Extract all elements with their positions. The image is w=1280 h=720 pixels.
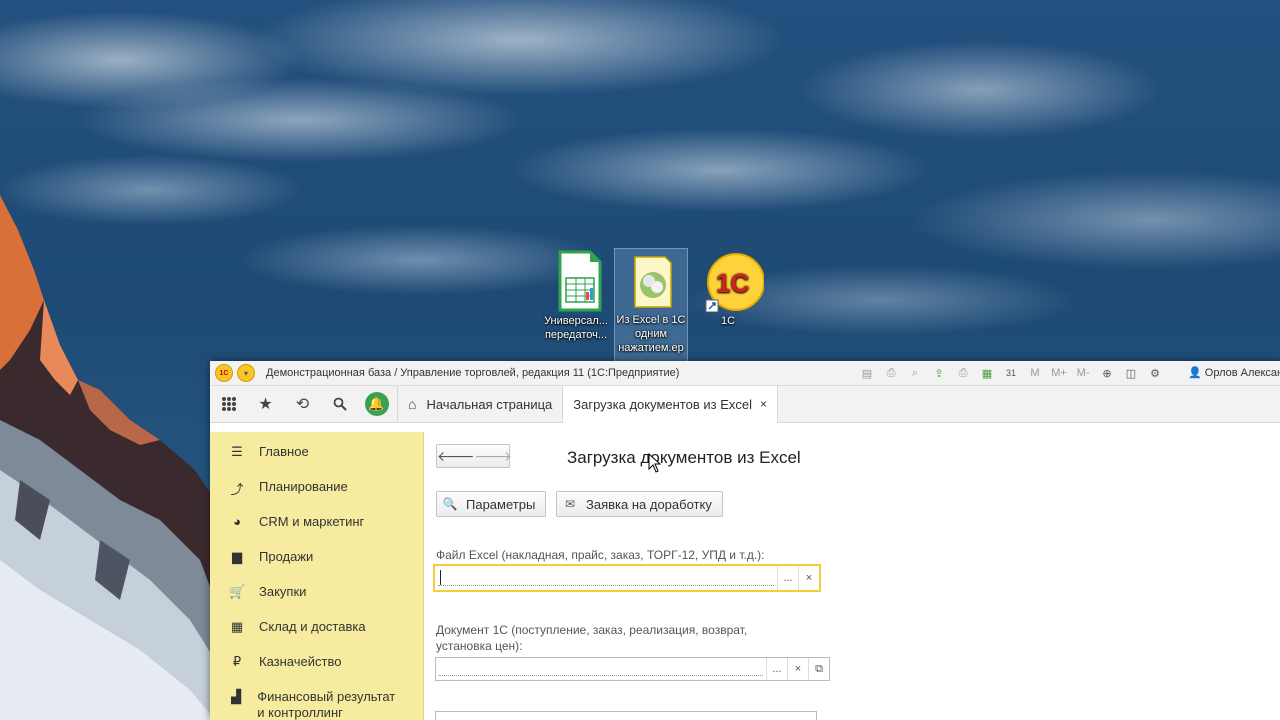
form-title: Загрузка документов из Excel	[567, 448, 801, 467]
desktop-icon-label: 1С	[720, 315, 736, 327]
document-1c-input[interactable]	[436, 658, 766, 680]
excel-file-label: Файл Excel (накладная, прайс, заказ, ТОР…	[436, 548, 765, 562]
cart-icon: 🛒	[229, 584, 246, 599]
parameters-icon: 🔍	[442, 497, 458, 511]
sidebar-item-warehouse[interactable]: ▦ Склад и доставка	[210, 619, 423, 635]
desktop-icon-label: Из Excel в 1С одним нажатием.ep	[616, 314, 686, 354]
sidebar-item-sales[interactable]: ▆ Продажи	[210, 549, 423, 565]
home-icon: ⌂	[408, 396, 417, 412]
tab-home-label: Начальная страница	[426, 396, 553, 412]
svg-text:1С: 1С	[716, 268, 749, 298]
sections-sidebar: ☰ Главное ⤴ Планирование ◕ CRM и маркети…	[210, 432, 424, 720]
sections-grid-icon[interactable]	[210, 386, 247, 422]
user-icon: 👤	[1188, 367, 1202, 379]
sidebar-item-purchases[interactable]: 🛒 Закупки	[210, 584, 423, 600]
desktop-icon-epf[interactable]: Из Excel в 1С одним нажатием.ep	[614, 248, 688, 362]
parameters-button[interactable]: 🔍 Параметры	[436, 491, 547, 517]
select-file-button[interactable]: ...	[777, 566, 798, 590]
sidebar-item-treasury[interactable]: ₽ Казначейство	[210, 654, 423, 670]
excel-file-field[interactable]: ... ×	[433, 564, 821, 592]
printer-icon[interactable]: ⎙	[954, 365, 972, 381]
history-icon[interactable]: ⟲	[284, 386, 321, 422]
clear-document-button[interactable]: ×	[787, 658, 808, 680]
input-underline	[438, 585, 774, 586]
form-area: 🡐 🡒 Загрузка документов из Excel 🔍 Парам…	[424, 432, 1280, 720]
clear-file-button[interactable]: ×	[798, 566, 819, 590]
document-1c-label: Документ 1С (поступление, заказ, реализа…	[436, 623, 748, 653]
desktop-icon-label: Универсал... передаточ...	[544, 315, 608, 341]
sidebar-item-planning[interactable]: ⤴ Планирование	[210, 479, 423, 498]
grid-icon: ▦	[230, 619, 244, 634]
main-menu-button[interactable]: ▾	[237, 364, 255, 382]
current-user[interactable]: 👤 Орлов Алексан	[1188, 366, 1280, 379]
sidebar-item-label: Планирование	[259, 479, 348, 494]
zoom-icon[interactable]: ⊕	[1098, 365, 1116, 381]
improvement-request-label: Заявка на доработку	[586, 496, 712, 512]
sidebar-item-crm[interactable]: ◕ CRM и маркетинг	[210, 514, 423, 530]
back-arrow-icon[interactable]: 🡐	[437, 445, 475, 467]
upload-icon[interactable]: ⇪	[930, 365, 948, 381]
sidebar-item-label: Продажи	[259, 549, 314, 564]
sidebar-item-finance[interactable]: ▟ Финансовый результат и контроллинг	[210, 689, 400, 720]
doc-icon[interactable]: ▤	[858, 365, 876, 381]
sidebar-item-label: Склад и доставка	[259, 619, 366, 634]
envelope-icon: ✉	[564, 497, 576, 511]
select-document-button[interactable]: ...	[766, 658, 787, 680]
1c-logo-icon: 1С	[702, 250, 765, 313]
history-nav: 🡐 🡒	[436, 444, 513, 468]
window-title: Демонстрационная база / Управление торго…	[266, 367, 680, 379]
sidebar-item-label: Закупки	[259, 584, 307, 599]
title-bar: 1С ▾ Демонстрационная база / Управление …	[210, 361, 1280, 386]
sidebar-item-label: Главное	[259, 444, 309, 459]
preview-icon[interactable]: ⌕	[906, 365, 924, 381]
app-logo-icon[interactable]: 1С	[215, 364, 233, 382]
epf-file-icon	[625, 249, 677, 309]
tab-active-label: Загрузка документов из Excel	[573, 396, 752, 412]
panel-icon[interactable]: ◫	[1122, 365, 1140, 381]
spreadsheet-file-icon	[550, 250, 602, 312]
calendar-icon[interactable]: 31	[1002, 365, 1020, 381]
desktop-icon-1c[interactable]: 1С 1С	[692, 250, 765, 328]
input-underline	[439, 675, 763, 676]
sidebar-item-label: CRM и маркетинг	[259, 514, 365, 529]
app-window: 1С ▾ Демонстрационная база / Управление …	[210, 361, 1280, 720]
m-minus-icon[interactable]: M-	[1074, 365, 1092, 381]
planning-icon: ⤴	[230, 482, 244, 497]
tab-home[interactable]: ⌂ Начальная страница	[397, 386, 562, 422]
title-toolbar: ▤ ⎙ ⌕ ⇪ ⎙ ▦ 31 M M+ M- ⊕ ◫ ⚙	[858, 365, 1170, 381]
menu-icon: ☰	[231, 444, 243, 459]
text-caret	[440, 570, 441, 585]
desktop-icon-spreadsheet[interactable]: Универсал... передаточ...	[540, 250, 612, 342]
close-tab-icon[interactable]: ×	[760, 397, 767, 411]
print-icon[interactable]: ⎙	[882, 365, 900, 381]
calculator-icon[interactable]: ▦	[978, 365, 996, 381]
open-document-button[interactable]: ⧉	[808, 658, 829, 680]
excel-file-input[interactable]	[435, 566, 777, 590]
user-name-label: Орлов Алексан	[1204, 367, 1280, 379]
search-icon[interactable]	[321, 386, 358, 422]
ruble-icon: ₽	[232, 654, 242, 669]
improvement-request-button[interactable]: ✉ Заявка на доработку	[556, 491, 723, 517]
sidebar-item-label: Казначейство	[259, 654, 342, 669]
pie-icon: ◕	[233, 514, 241, 529]
forward-arrow-icon[interactable]: 🡒	[475, 445, 513, 467]
parameters-button-label: Параметры	[466, 496, 536, 512]
bag-icon: ▆	[232, 549, 242, 564]
sidebar-item-label: Финансовый результат и контроллинг	[257, 689, 396, 720]
nav-bar: ★ ⟲ 🔔 ⌂ Начальная страница Загрузка доку…	[210, 385, 1280, 423]
m-plus-icon[interactable]: M+	[1050, 365, 1068, 381]
sidebar-item-main[interactable]: ☰ Главное	[210, 444, 423, 460]
next-field[interactable]	[435, 711, 817, 720]
tab-excel-import[interactable]: Загрузка документов из Excel ×	[562, 385, 778, 423]
favorites-star-icon[interactable]: ★	[247, 386, 284, 422]
notifications-bell-icon[interactable]: 🔔	[358, 386, 395, 422]
chart-icon: ▟	[231, 689, 242, 704]
document-1c-field[interactable]: ... × ⧉	[435, 657, 830, 681]
m-icon[interactable]: M	[1026, 365, 1044, 381]
settings-icon[interactable]: ⚙	[1146, 365, 1164, 381]
